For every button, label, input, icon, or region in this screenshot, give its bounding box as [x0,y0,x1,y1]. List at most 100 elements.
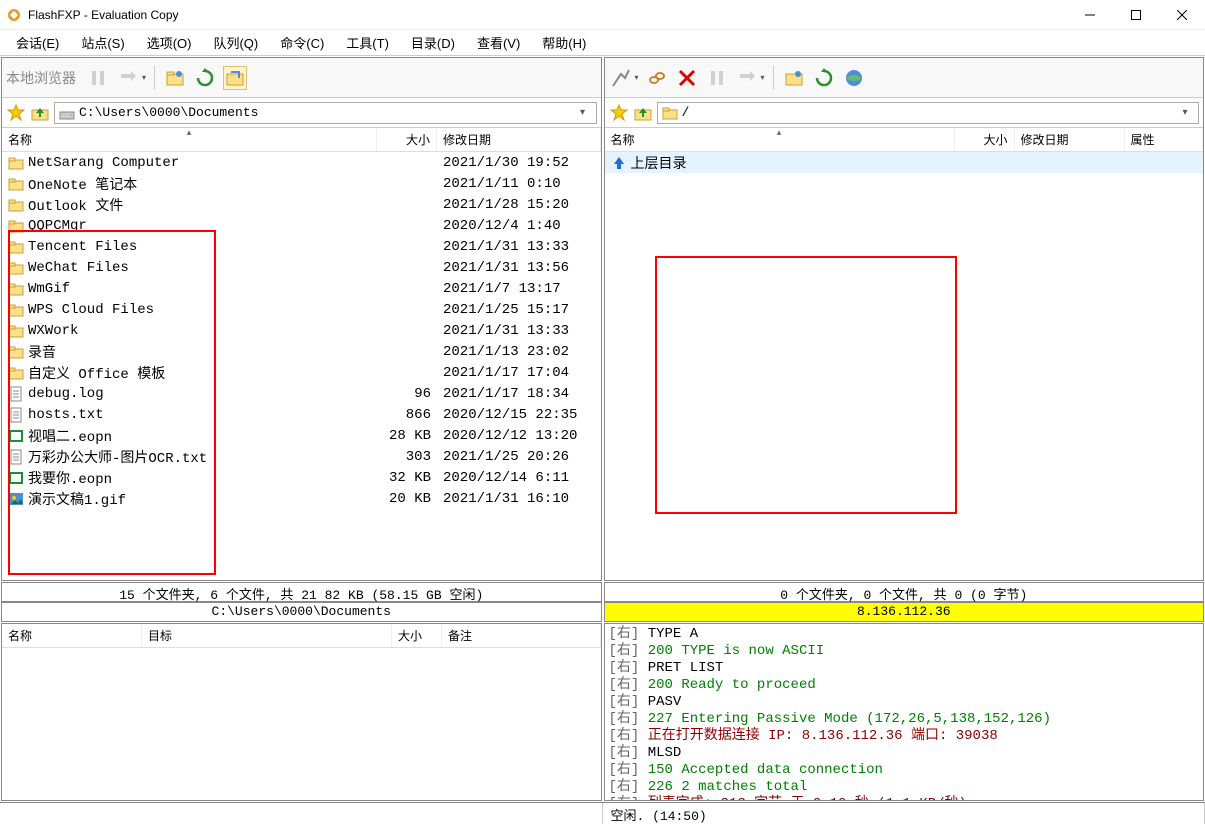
file-row[interactable]: WPS Cloud Files2021/1/25 15:17 [2,299,601,320]
refresh-icon[interactable] [193,66,217,90]
log-line: [右] 列表完成: 213 字节 于 0.19 秒 (1.1 KB/秒) [609,796,1200,800]
parent-dir-row[interactable]: 上层目录 [605,152,1204,173]
globe-icon[interactable] [842,66,866,90]
remote-path-input-wrap[interactable]: ▾ [657,102,1200,124]
folder-icon [8,365,24,381]
col-name[interactable]: 名称▴ [2,128,377,151]
log-line: [右] PASV [609,694,1200,711]
file-row[interactable]: 视唱二.eopn28 KB2020/12/12 13:20 [2,425,601,446]
minimize-button[interactable] [1067,0,1113,30]
file-row[interactable]: WXWork2021/1/31 13:33 [2,320,601,341]
qcol-name[interactable]: 名称 [2,624,142,647]
path-dropdown-icon[interactable]: ▾ [574,107,592,118]
remote-status-host: 8.136.112.36 [604,602,1205,622]
menu-item[interactable]: 队列(Q) [203,30,268,55]
local-path-input[interactable] [79,105,574,120]
folder-action-icon[interactable] [163,66,187,90]
pause-icon [86,66,110,90]
file-row[interactable]: Outlook 文件 2021/1/28 15:20 [2,194,601,215]
maximize-button[interactable] [1113,0,1159,30]
transfer-icon [735,66,759,90]
col-attr[interactable]: 属性 [1125,128,1204,151]
log-line: [右] 200 Ready to proceed [609,677,1200,694]
qcol-size[interactable]: 大小 [392,624,442,647]
file-name: NetSarang Computer [28,155,179,171]
col-size[interactable]: 大小 [377,128,437,151]
disconnect-icon[interactable] [645,66,669,90]
file-date: 2021/1/30 19:52 [437,155,601,171]
menu-item[interactable]: 目录(D) [401,30,465,55]
bookmark-icon[interactable] [6,103,26,123]
file-row[interactable]: 自定义 Office 模板2021/1/17 17:04 [2,362,601,383]
drive-icon [59,105,75,121]
text-icon [8,449,24,465]
folder-icon [8,155,24,171]
file-date: 2021/1/31 16:10 [437,491,601,507]
abort-x-icon[interactable] [675,66,699,90]
file-name: QQPCMgr [28,218,87,234]
folder-action-icon[interactable] [782,66,806,90]
bookmark-icon[interactable] [609,103,629,123]
refresh-icon[interactable] [812,66,836,90]
local-path-bar: ▾ [2,98,601,128]
folder-icon [8,218,24,234]
file-row[interactable]: 演示文稿1.gif20 KB2021/1/31 16:10 [2,488,601,509]
file-row[interactable]: hosts.txt8662020/12/15 22:35 [2,404,601,425]
menu-item[interactable]: 会话(E) [6,30,69,55]
title-bar: FlashFXP - Evaluation Copy [0,0,1205,30]
log-line: [右] PRET LIST [609,660,1200,677]
file-date: 2020/12/4 1:40 [437,218,601,234]
eopn-icon [8,470,24,486]
menu-item[interactable]: 选项(O) [137,30,202,55]
file-row[interactable]: 我要你.eopn32 KB2020/12/14 6:11 [2,467,601,488]
file-row[interactable]: 录音2021/1/13 23:02 [2,341,601,362]
abort-icon[interactable] [223,66,247,90]
file-name: 录音 [28,342,56,362]
file-date: 2021/1/28 15:20 [437,197,601,213]
log-line: [右] 226 2 matches total [609,779,1200,796]
remote-path-input[interactable] [682,105,1177,120]
remote-file-list[interactable]: 上层目录 [605,152,1204,580]
file-row[interactable]: WeChat Files2021/1/31 13:56 [2,257,601,278]
menu-item[interactable]: 站点(S) [71,30,134,55]
file-date: 2020/12/14 6:11 [437,470,601,486]
qcol-target[interactable]: 目标 [142,624,392,647]
qcol-note[interactable]: 备注 [442,624,601,647]
log-output[interactable]: [右] TYPE A[右] 200 TYPE is now ASCII[右] P… [605,624,1204,800]
local-toolbar: 本地浏览器 ▾ [2,58,601,98]
col-size[interactable]: 大小 [955,128,1015,151]
local-file-list[interactable]: NetSarang Computer 2021/1/30 19:52 OneNote… [2,152,601,580]
folder-icon [8,197,24,213]
folder-icon [8,239,24,255]
local-path-input-wrap[interactable]: ▾ [54,102,597,124]
col-date[interactable]: 修改日期 [437,128,601,151]
up-folder-icon[interactable] [30,103,50,123]
col-date[interactable]: 修改日期 [1015,128,1125,151]
local-status-path: C:\Users\0000\Documents [1,602,602,622]
menu-item[interactable]: 帮助(H) [532,30,596,55]
log-line: [右] 正在打开数据连接 IP: 8.136.112.36 端口: 39038 [609,728,1200,745]
close-button[interactable] [1159,0,1205,30]
file-name: 演示文稿1.gif [28,489,126,509]
log-line: [右] 200 TYPE is now ASCII [609,643,1200,660]
file-row[interactable]: 万彩办公大师-图片OCR.txt3032021/1/25 20:26 [2,446,601,467]
queue-list[interactable] [2,648,601,800]
file-row[interactable]: NetSarang Computer 2021/1/30 19:52 [2,152,601,173]
menu-item[interactable]: 查看(V) [467,30,530,55]
menu-item[interactable]: 命令(C) [270,30,334,55]
up-folder-icon[interactable] [633,103,653,123]
menu-item[interactable]: 工具(T) [336,30,399,55]
file-row[interactable]: OneNote 笔记本2021/1/11 0:10 [2,173,601,194]
file-row[interactable]: debug.log962021/1/17 18:34 [2,383,601,404]
path-dropdown-icon[interactable]: ▾ [1176,107,1194,118]
file-row[interactable]: QQPCMgr 2020/12/4 1:40 [2,215,601,236]
app-icon [6,7,22,23]
file-name: Outlook 文件 [28,195,123,215]
file-row[interactable]: Tencent Files2021/1/31 13:33 [2,236,601,257]
file-row[interactable]: WmGif2021/1/7 13:17 [2,278,601,299]
connect-icon[interactable] [609,66,633,90]
col-name[interactable]: 名称▴ [605,128,955,151]
statusbar-left [0,803,603,824]
queue-pane: 名称 目标 大小 备注 [1,623,602,801]
folder-icon [8,281,24,297]
